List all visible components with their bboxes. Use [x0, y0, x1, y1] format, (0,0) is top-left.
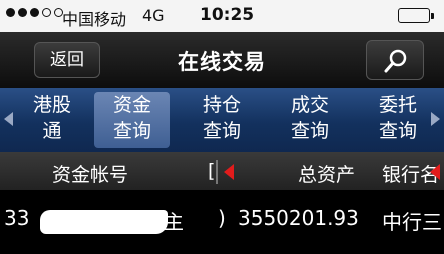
- search-button[interactable]: [366, 40, 424, 80]
- tab-label-line2: 查询: [378, 120, 417, 142]
- header-total-assets[interactable]: 总资产: [298, 160, 355, 187]
- table-row[interactable]: 33 主 ) 3550201.93 中行三: [0, 190, 444, 254]
- cell-bank: 中行三: [382, 210, 442, 234]
- tab-label-line1: 港股: [32, 94, 71, 116]
- carrier-name: 中国移动: [62, 10, 127, 29]
- header-currency[interactable]: [: [208, 160, 215, 182]
- tab-label-line1: 成交: [290, 94, 329, 116]
- redaction-mark: [40, 210, 168, 234]
- cell-total-assets: 3550201.93: [238, 206, 359, 230]
- query-tab-bar: 港股 通 资金 查询 持仓 查询 成交 查询 委托 查询: [0, 88, 444, 152]
- tab-label-line2: 查询: [202, 120, 241, 142]
- clock: 10:25: [200, 5, 255, 25]
- tab-label-line2: 查询: [290, 120, 329, 142]
- tab-trades-query[interactable]: 成交 查询: [272, 92, 348, 148]
- cell-account-suffix: 主: [164, 210, 184, 234]
- tab-positions-query[interactable]: 持仓 查询: [184, 92, 260, 148]
- network-type: 4G: [142, 6, 165, 25]
- tab-funds-query[interactable]: 资金 查询: [94, 92, 170, 148]
- scroll-right-arrow-icon[interactable]: [431, 112, 440, 126]
- column-divider: [216, 160, 218, 184]
- column-scroll-marker-icon: [430, 164, 440, 180]
- cell-account-prefix: 33: [4, 206, 30, 230]
- table-header: 资金帐号 [ 总资产 银行名: [0, 152, 444, 190]
- column-scroll-marker-icon: [224, 164, 234, 180]
- tab-label-line1: 持仓: [202, 94, 241, 116]
- tab-label-line1: 委托: [378, 94, 417, 116]
- status-bar: 中国移动 4G 10:25: [0, 0, 444, 32]
- battery-icon: [398, 8, 434, 23]
- tab-label-line2: 查询: [112, 120, 151, 142]
- signal-strength-icon: [6, 8, 63, 17]
- cell-currency-partial: ): [218, 206, 226, 230]
- title-bar: 返回 在线交易: [0, 32, 444, 88]
- header-account[interactable]: 资金帐号: [52, 160, 128, 187]
- tab-label-line2: 通: [42, 120, 62, 142]
- tab-hk-connect[interactable]: 港股 通: [14, 92, 90, 148]
- tab-label-line1: 资金: [112, 94, 151, 116]
- scroll-left-arrow-icon[interactable]: [4, 112, 13, 126]
- search-icon: [384, 49, 407, 73]
- tab-orders-query[interactable]: 委托 查询: [360, 92, 436, 148]
